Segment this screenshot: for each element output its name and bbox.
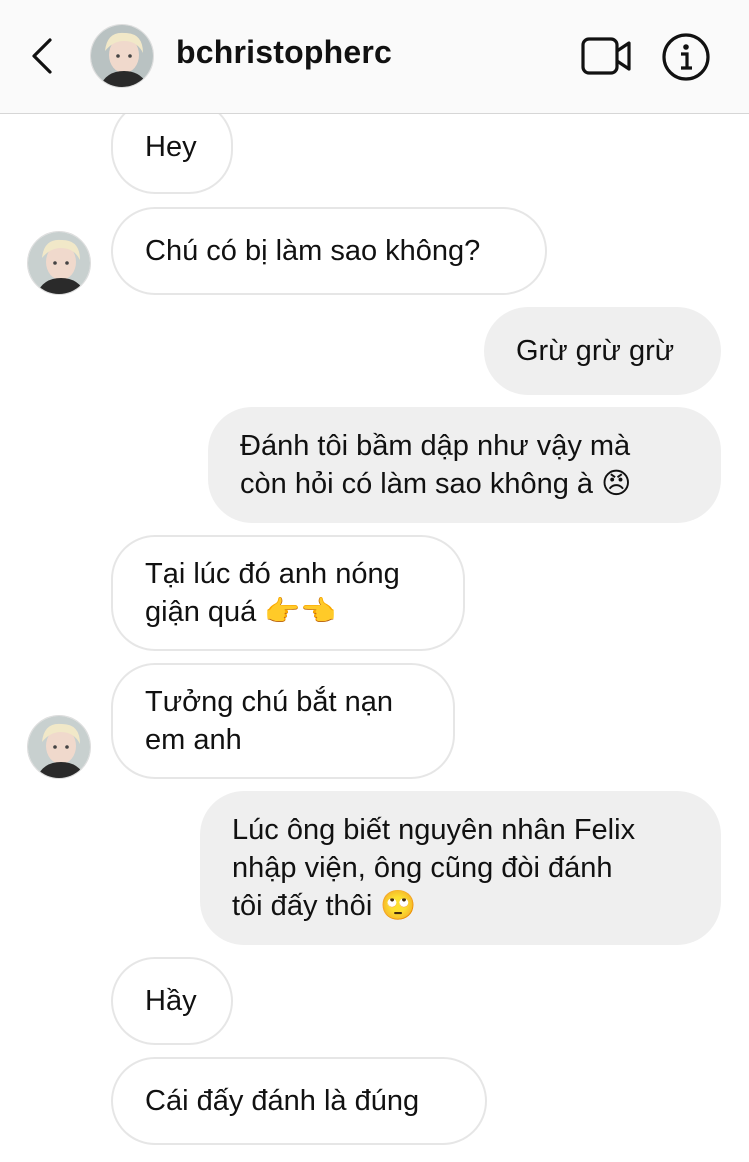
message-bubble-outgoing[interactable]: Lúc ông biết nguyên nhân Felix nhập viện… bbox=[200, 791, 721, 945]
info-icon bbox=[662, 33, 710, 81]
message-text: Tại lúc đó anh nóng giận quá 👉👈 bbox=[145, 558, 400, 628]
sender-avatar[interactable] bbox=[27, 715, 91, 779]
message-bubble-incoming[interactable]: Tưởng chú bắt nạn em anh bbox=[111, 663, 455, 779]
message-bubble-outgoing[interactable]: Đánh tôi bầm dập như vậy mà còn hỏi có l… bbox=[208, 407, 721, 523]
chat-header: bchristopherc bbox=[0, 0, 749, 114]
profile-avatar[interactable] bbox=[90, 24, 154, 88]
video-camera-icon bbox=[581, 37, 631, 75]
info-button[interactable] bbox=[661, 32, 711, 82]
chat-username[interactable]: bchristopherc bbox=[176, 34, 392, 71]
chevron-left-icon bbox=[32, 38, 52, 74]
message-text: Đánh tôi bầm dập như vậy mà còn hỏi có l… bbox=[240, 430, 632, 500]
sender-avatar[interactable] bbox=[27, 231, 91, 295]
message-bubble-incoming[interactable]: Hầy bbox=[111, 957, 233, 1045]
message-text: Chú có bị làm sao không? bbox=[145, 235, 481, 267]
message-text: Hey bbox=[145, 131, 197, 163]
message-text: Cái đấy đánh là đúng bbox=[145, 1085, 420, 1117]
message-bubble-incoming[interactable]: Hey bbox=[111, 114, 233, 194]
message-text: Grừ grừ grừ bbox=[516, 335, 675, 367]
message-text: Hầy bbox=[145, 985, 197, 1017]
back-button[interactable] bbox=[24, 34, 64, 78]
message-bubble-outgoing[interactable]: Grừ grừ grừ bbox=[484, 307, 721, 395]
message-text: Lúc ông biết nguyên nhân Felix nhập viện… bbox=[232, 814, 636, 922]
message-text: Tưởng chú bắt nạn em anh bbox=[145, 686, 394, 756]
message-thread[interactable]: Hey Chú có bị làm sao không? Grừ grừ grừ… bbox=[0, 114, 749, 1162]
video-call-button[interactable] bbox=[580, 34, 634, 78]
message-bubble-incoming[interactable]: Cái đấy đánh là đúng bbox=[111, 1057, 487, 1145]
message-bubble-incoming[interactable]: Tại lúc đó anh nóng giận quá 👉👈 bbox=[111, 535, 465, 651]
message-bubble-incoming[interactable]: Chú có bị làm sao không? bbox=[111, 207, 547, 295]
